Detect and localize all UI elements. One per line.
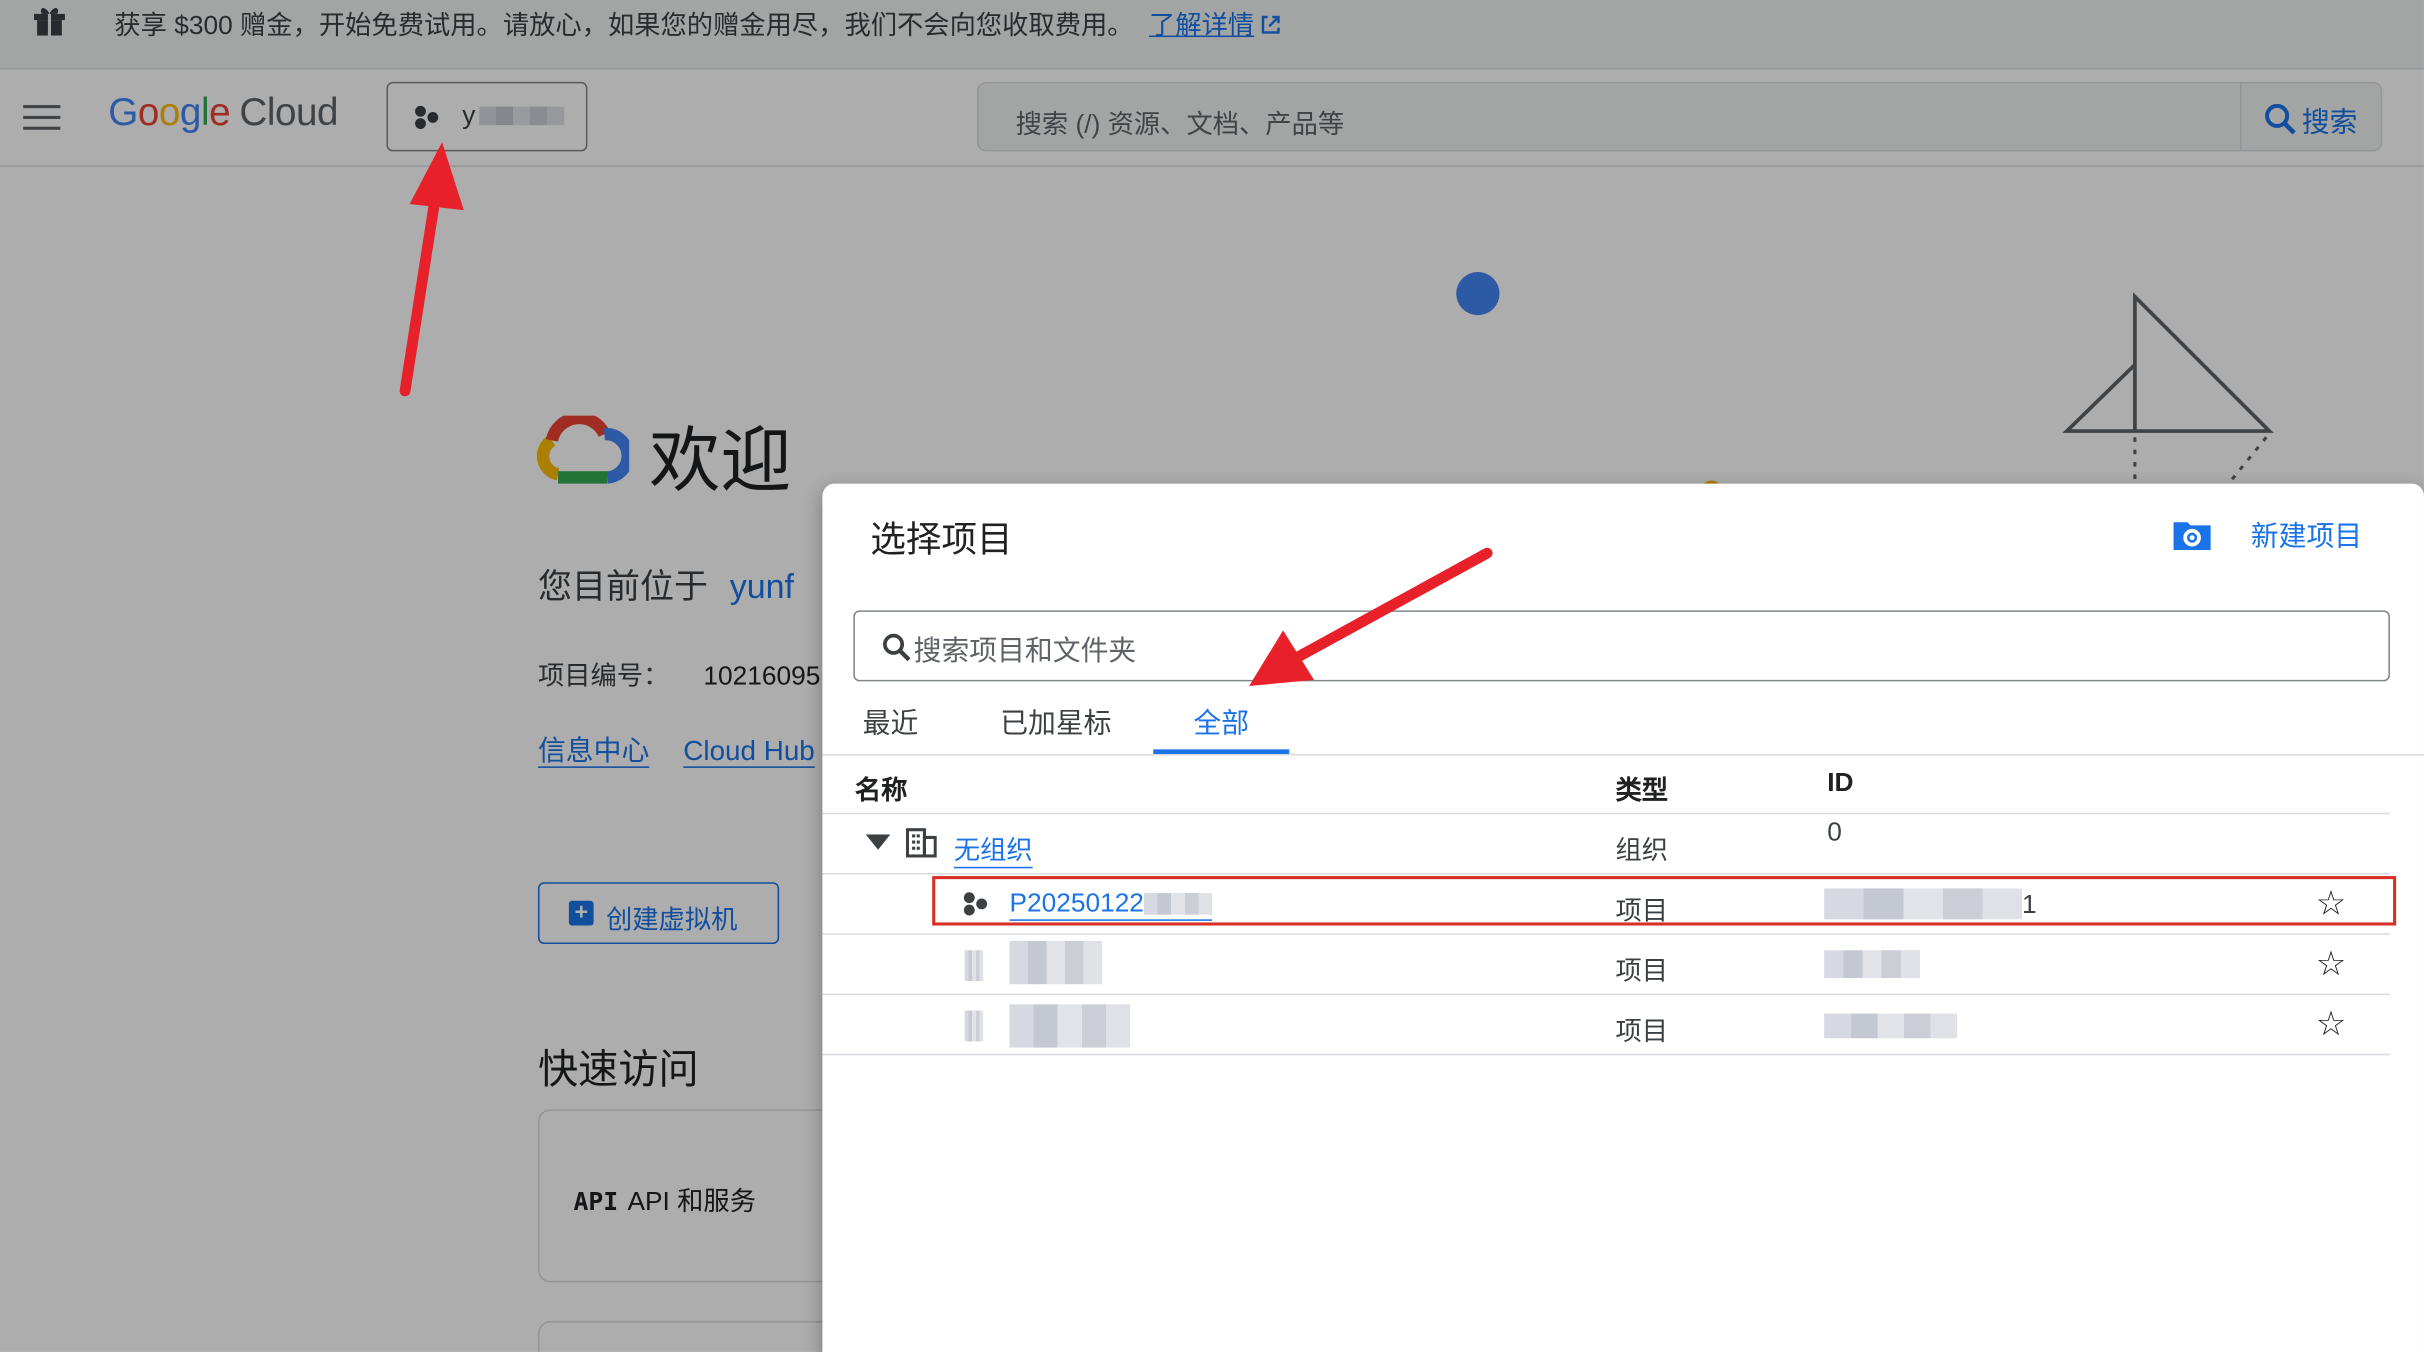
arrow-head-icon: [409, 142, 464, 211]
annotation-arrows: [399, 142, 1493, 687]
arrow-to-all-tab: [1293, 547, 1493, 663]
page: 获享 $300 赠金，开始免费试用。请放心，如果您的赠金用尽，我们不会向您收取费…: [0, 0, 2424, 1352]
arrow-to-project-picker: [399, 187, 442, 397]
